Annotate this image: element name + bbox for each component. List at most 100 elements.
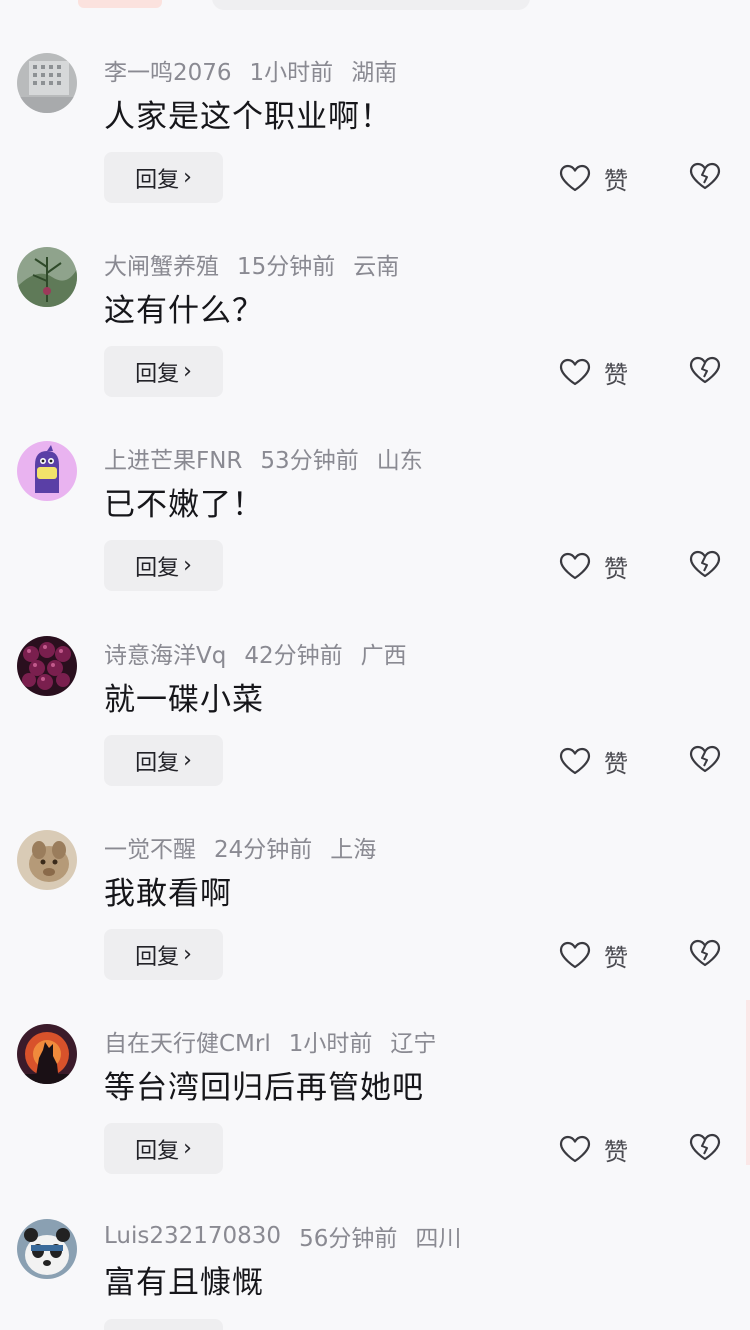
username[interactable]: Luis232170830 <box>104 1223 281 1249</box>
reply-label: 回复 <box>135 167 180 193</box>
top-input-pill[interactable] <box>212 0 530 10</box>
heart-icon <box>558 357 592 387</box>
chevron-right-icon: › <box>183 552 192 578</box>
reply-label: 回复 <box>135 944 180 970</box>
timestamp: 53分钟前 <box>260 448 359 474</box>
dislike-button[interactable] <box>688 744 722 774</box>
reply-button[interactable]: 回复 › <box>104 152 223 203</box>
username[interactable]: 一觉不醒 <box>104 830 196 864</box>
avatar[interactable] <box>17 441 77 501</box>
heart-icon <box>558 940 592 970</box>
chevron-right-icon: › <box>183 941 192 967</box>
like-label: 赞 <box>604 166 628 195</box>
reply-button[interactable]: 回复 › <box>104 346 223 397</box>
timestamp: 24分钟前 <box>214 837 313 863</box>
comment-item: 大闸蟹养殖 15分钟前 云南 这有什么？ 回复 › 赞 <box>0 247 750 441</box>
comment-meta: 自在天行健CMrl 1小时前 辽宁 <box>104 1024 437 1058</box>
region: 云南 <box>353 254 400 280</box>
avatar[interactable] <box>17 53 77 113</box>
timestamp: 1小时前 <box>288 1031 373 1057</box>
like-label: 赞 <box>604 554 628 583</box>
comment-item: Luis232170830 56分钟前 四川 富有且慷慨 <box>0 1219 750 1330</box>
like-button[interactable]: 赞 <box>558 744 628 778</box>
comment-text[interactable]: 这有什么？ <box>104 285 264 330</box>
dislike-button[interactable] <box>688 161 722 191</box>
comment-text[interactable]: 就一碟小菜 <box>104 674 264 719</box>
timestamp: 15分钟前 <box>237 254 336 280</box>
avatar[interactable] <box>17 247 77 307</box>
comment-text[interactable]: 人家是这个职业啊！ <box>104 91 392 136</box>
comment-item: 一觉不醒 24分钟前 上海 我敢看啊 回复 › 赞 <box>0 830 750 1024</box>
username[interactable]: 诗意海洋Vq <box>104 636 226 670</box>
chevron-right-icon: › <box>183 358 192 384</box>
chevron-right-icon: › <box>183 747 192 773</box>
reply-button[interactable]: 回复 › <box>104 929 223 980</box>
like-label: 赞 <box>604 749 628 778</box>
username[interactable]: 李一鸣2076 <box>104 53 232 87</box>
dislike-button[interactable] <box>688 549 722 579</box>
comment-meta: 诗意海洋Vq 42分钟前 广西 <box>104 636 407 670</box>
dislike-button[interactable] <box>688 355 722 385</box>
top-tag[interactable] <box>78 0 162 8</box>
reply-button[interactable]: 回复 › <box>104 735 223 786</box>
comment-meta: 上进芒果FNR 53分钟前 山东 <box>104 441 423 475</box>
heart-icon <box>558 551 592 581</box>
avatar[interactable] <box>17 1024 77 1084</box>
region: 山东 <box>376 448 423 474</box>
like-label: 赞 <box>604 1137 628 1166</box>
region: 辽宁 <box>390 1031 437 1057</box>
avatar[interactable] <box>17 636 77 696</box>
heart-icon <box>558 1134 592 1164</box>
comment-meta: 一觉不醒 24分钟前 上海 <box>104 830 377 864</box>
comment-item: 李一鸣2076 1小时前 湖南 人家是这个职业啊！ 回复 › 赞 <box>0 53 750 247</box>
broken-heart-icon <box>688 1132 722 1162</box>
reply-label: 回复 <box>135 555 180 581</box>
heart-icon <box>558 163 592 193</box>
avatar[interactable] <box>17 830 77 890</box>
reply-button[interactable]: 回复 › <box>104 1123 223 1174</box>
like-button[interactable]: 赞 <box>558 938 628 972</box>
reply-label: 回复 <box>135 750 180 776</box>
region: 湖南 <box>351 60 398 86</box>
broken-heart-icon <box>688 355 722 385</box>
username[interactable]: 大闸蟹养殖 <box>104 247 219 281</box>
broken-heart-icon <box>688 161 722 191</box>
region: 广西 <box>360 643 407 669</box>
like-label: 赞 <box>604 943 628 972</box>
reply-label: 回复 <box>135 361 180 387</box>
chevron-right-icon: › <box>183 164 192 190</box>
timestamp: 56分钟前 <box>299 1226 398 1252</box>
comment-text[interactable]: 富有且慷慨 <box>104 1257 264 1302</box>
avatar[interactable] <box>17 1219 77 1279</box>
like-button[interactable]: 赞 <box>558 1132 628 1166</box>
comment-item: 上进芒果FNR 53分钟前 山东 已不嫩了！ 回复 › 赞 <box>0 441 750 635</box>
region: 上海 <box>330 837 377 863</box>
comment-meta: Luis232170830 56分钟前 四川 <box>104 1221 462 1252</box>
like-button[interactable]: 赞 <box>558 161 628 195</box>
dislike-button[interactable] <box>688 1132 722 1162</box>
like-label: 赞 <box>604 360 628 389</box>
reply-button[interactable] <box>104 1319 223 1330</box>
like-button[interactable]: 赞 <box>558 549 628 583</box>
timestamp: 1小时前 <box>249 60 334 86</box>
region: 四川 <box>415 1226 462 1252</box>
comment-meta: 李一鸣2076 1小时前 湖南 <box>104 53 398 87</box>
comment-text[interactable]: 我敢看啊 <box>104 868 232 913</box>
comment-text[interactable]: 已不嫩了！ <box>104 479 264 524</box>
chevron-right-icon: › <box>183 1135 192 1161</box>
username[interactable]: 上进芒果FNR <box>104 441 242 475</box>
reply-button[interactable]: 回复 › <box>104 540 223 591</box>
top-strip <box>0 0 750 14</box>
username[interactable]: 自在天行健CMrl <box>104 1024 271 1058</box>
broken-heart-icon <box>688 549 722 579</box>
heart-icon <box>558 746 592 776</box>
timestamp: 42分钟前 <box>244 643 343 669</box>
broken-heart-icon <box>688 744 722 774</box>
comment-meta: 大闸蟹养殖 15分钟前 云南 <box>104 247 400 281</box>
reply-label: 回复 <box>135 1138 180 1164</box>
dislike-button[interactable] <box>688 938 722 968</box>
comment-item: 诗意海洋Vq 42分钟前 广西 就一碟小菜 回复 › 赞 <box>0 636 750 830</box>
comment-text[interactable]: 等台湾回归后再管她吧 <box>104 1062 424 1107</box>
like-button[interactable]: 赞 <box>558 355 628 389</box>
broken-heart-icon <box>688 938 722 968</box>
